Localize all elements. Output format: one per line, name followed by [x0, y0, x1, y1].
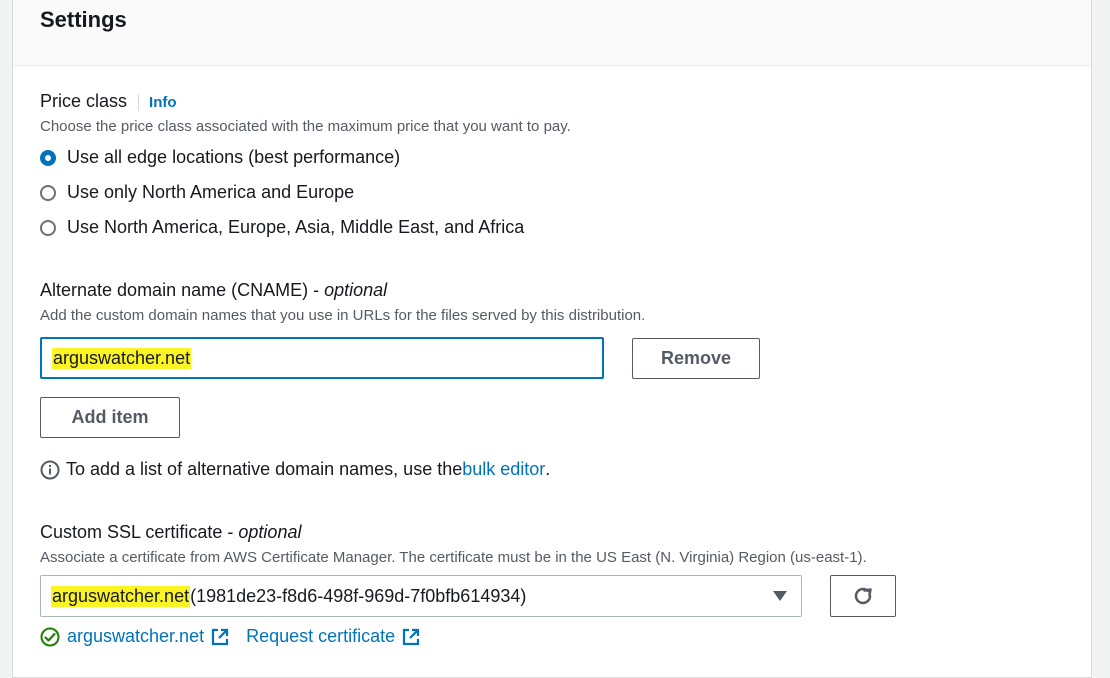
ssl-certificate-select[interactable]: arguswatcher.net (1981de23-f8d6-498f-969… [40, 575, 802, 617]
bulk-editor-info-suffix: . [545, 459, 551, 479]
bulk-editor-info: To add a list of alternative domain name… [40, 459, 550, 480]
radio-option-na-europe[interactable]: Use only North America and Europe [40, 182, 354, 203]
panel-header: Settings [13, 0, 1091, 66]
certificate-domain-link[interactable]: arguswatcher.net [67, 626, 204, 647]
success-check-icon [40, 627, 60, 646]
request-certificate-link[interactable]: Request certificate [246, 626, 395, 647]
bulk-editor-info-prefix: To add a list of alternative domain name… [66, 459, 463, 479]
bulk-editor-link[interactable]: bulk editor [462, 459, 545, 480]
panel-title: Settings [40, 7, 127, 32]
caret-down-icon [773, 591, 787, 601]
radio-checked-icon[interactable] [40, 149, 56, 166]
radio-option-na-eu-asia-me-africa[interactable]: Use North America, Europe, Asia, Middle … [40, 217, 524, 238]
settings-panel: Settings Price class Info Choose the pri… [12, 0, 1092, 678]
external-link-icon[interactable] [210, 627, 230, 647]
cname-label: Alternate domain name (CNAME) - optional [40, 280, 387, 301]
ssl-label-text: Custom SSL certificate - [40, 522, 239, 542]
info-icon [40, 460, 60, 479]
radio-unchecked-icon[interactable] [40, 184, 56, 201]
radio-option-label: Use North America, Europe, Asia, Middle … [67, 217, 525, 237]
refresh-button[interactable] [830, 575, 896, 617]
add-item-button[interactable]: Add item [40, 397, 180, 438]
remove-button[interactable]: Remove [632, 338, 760, 379]
radio-option-all-edges[interactable]: Use all edge locations (best performance… [40, 147, 400, 168]
price-class-description: Choose the price class associated with t… [40, 118, 571, 135]
ssl-selected-id: (1981de23-f8d6-498f-969d-7f0bfb614934) [190, 585, 527, 606]
ssl-selected-domain: arguswatcher.net [51, 585, 191, 607]
ssl-optional-text: optional [238, 522, 302, 542]
radio-unchecked-icon[interactable] [40, 219, 56, 236]
cname-input-value: arguswatcher.net [52, 347, 192, 369]
cname-description: Add the custom domain names that you use… [40, 307, 646, 324]
radio-option-label: Use all edge locations (best performance… [67, 147, 401, 167]
cname-input[interactable]: arguswatcher.net [40, 337, 604, 379]
refresh-icon [854, 587, 872, 605]
price-class-label: Price class Info [40, 91, 177, 112]
cname-optional-text: optional [324, 280, 388, 300]
ssl-description: Associate a certificate from AWS Certifi… [40, 549, 867, 566]
radio-option-label: Use only North America and Europe [67, 182, 355, 202]
ssl-status-row: arguswatcher.net Request certificate [40, 626, 421, 647]
external-link-icon[interactable] [401, 627, 421, 647]
cname-label-text: Alternate domain name (CNAME) - [40, 280, 325, 300]
ssl-label: Custom SSL certificate - optional [40, 522, 301, 543]
price-class-info-link[interactable]: Info [138, 94, 177, 111]
price-class-label-text: Price class [40, 91, 128, 111]
